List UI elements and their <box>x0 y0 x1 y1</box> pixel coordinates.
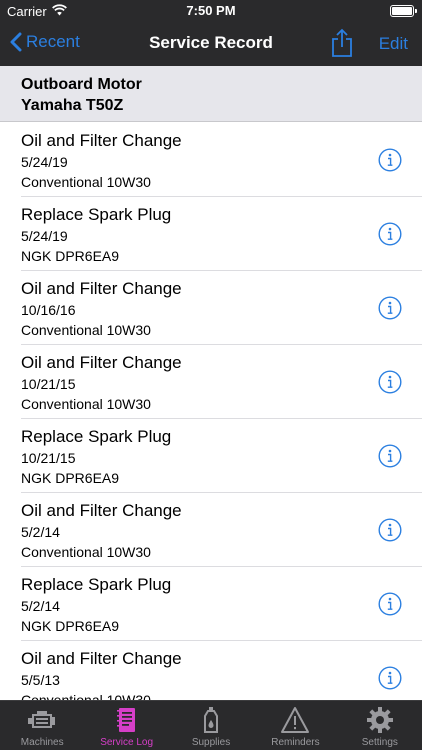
tab-label: Machines <box>20 737 64 748</box>
machine-model: Yamaha T50Z <box>21 97 124 114</box>
gear-icon <box>366 707 393 733</box>
tab-machines[interactable]: Machines <box>0 701 84 750</box>
record-detail: NGK DPR6EA9 <box>21 470 120 486</box>
service-record-row[interactable]: Oil and Filter Change 5/5/13 Conventiona… <box>0 641 422 700</box>
record-detail: Conventional 10W30 <box>21 396 151 412</box>
record-date: 5/2/14 <box>21 598 60 614</box>
tab-reminders[interactable]: Reminders <box>253 701 337 750</box>
share-button[interactable] <box>330 28 354 63</box>
service-record-row[interactable]: Replace Spark Plug 10/21/15 NGK DPR6EA9 <box>0 419 422 493</box>
record-detail: Conventional 10W30 <box>21 544 151 560</box>
oil-bottle-icon <box>204 707 219 733</box>
tab-label: Service Log <box>100 737 154 748</box>
service-record-list[interactable]: Oil and Filter Change 5/24/19 Convention… <box>0 123 422 700</box>
record-date: 5/24/19 <box>21 154 68 170</box>
record-date: 10/21/15 <box>21 376 76 392</box>
info-icon[interactable] <box>378 518 402 542</box>
engine-icon <box>28 711 56 728</box>
info-icon[interactable] <box>378 444 402 468</box>
record-detail: NGK DPR6EA9 <box>21 248 120 264</box>
tab-bar: Machines Service Log Supplies Reminders … <box>0 700 422 750</box>
record-title: Replace Spark Plug <box>21 427 172 446</box>
info-icon[interactable] <box>378 592 402 616</box>
battery-fill <box>392 7 412 15</box>
tab-settings[interactable]: Settings <box>338 701 422 750</box>
machine-header: Outboard Motor Yamaha T50Z <box>0 66 422 122</box>
service-record-row[interactable]: Oil and Filter Change 5/24/19 Convention… <box>0 123 422 197</box>
tab-supplies[interactable]: Supplies <box>169 701 253 750</box>
info-icon[interactable] <box>378 222 402 246</box>
status-bar: Carrier 7:50 PM <box>0 0 422 22</box>
record-date: 10/16/16 <box>21 302 76 318</box>
record-title: Oil and Filter Change <box>21 131 182 150</box>
record-detail: Conventional 10W30 <box>21 692 151 700</box>
edit-button[interactable]: Edit <box>379 34 408 54</box>
record-detail: Conventional 10W30 <box>21 322 151 338</box>
tab-service-log[interactable]: Service Log <box>84 701 168 750</box>
record-date: 5/5/13 <box>21 672 60 688</box>
battery-icon <box>390 5 417 17</box>
record-title: Oil and Filter Change <box>21 501 182 520</box>
record-title: Oil and Filter Change <box>21 279 182 298</box>
warning-icon <box>281 707 310 733</box>
record-detail: NGK DPR6EA9 <box>21 618 120 634</box>
tab-label: Reminders <box>271 737 320 748</box>
share-icon <box>332 28 352 57</box>
machine-type: Outboard Motor <box>21 76 142 93</box>
page-title: Service Record <box>149 33 273 52</box>
info-icon[interactable] <box>378 148 402 172</box>
record-title: Replace Spark Plug <box>21 205 172 224</box>
service-record-row[interactable]: Oil and Filter Change 5/2/14 Conventiona… <box>0 493 422 567</box>
info-icon[interactable] <box>378 666 402 690</box>
service-record-row[interactable]: Replace Spark Plug 5/24/19 NGK DPR6EA9 <box>0 197 422 271</box>
service-record-row[interactable]: Oil and Filter Change 10/16/16 Conventio… <box>0 271 422 345</box>
tab-label: Supplies <box>191 737 231 748</box>
navigation-bar: Recent Service Record Edit <box>0 22 422 66</box>
tab-label: Settings <box>361 737 398 748</box>
clock: 7:50 PM <box>186 3 236 18</box>
record-date: 5/24/19 <box>21 228 68 244</box>
info-icon[interactable] <box>378 296 402 320</box>
record-date: 5/2/14 <box>21 524 60 540</box>
info-icon[interactable] <box>378 370 402 394</box>
record-date: 10/21/15 <box>21 450 76 466</box>
record-title: Replace Spark Plug <box>21 575 172 594</box>
record-title: Oil and Filter Change <box>21 649 182 668</box>
record-title: Oil and Filter Change <box>21 353 182 372</box>
service-record-row[interactable]: Replace Spark Plug 5/2/14 NGK DPR6EA9 <box>0 567 422 641</box>
record-detail: Conventional 10W30 <box>21 174 151 190</box>
service-log-icon <box>116 708 135 732</box>
service-record-row[interactable]: Oil and Filter Change 10/21/15 Conventio… <box>0 345 422 419</box>
